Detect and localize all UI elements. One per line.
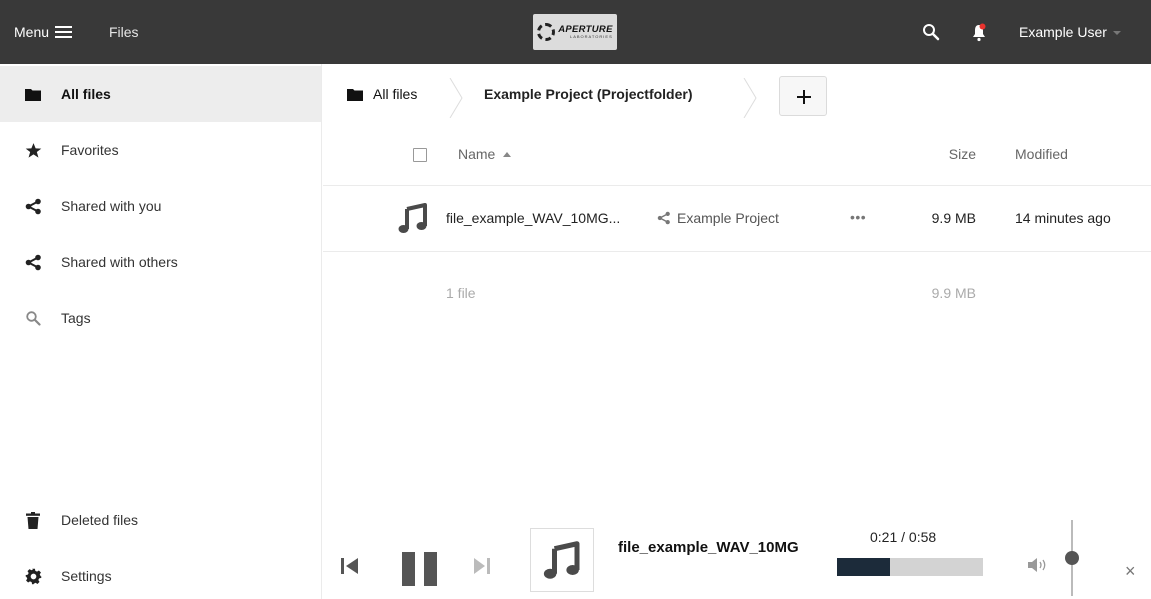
breadcrumb-root[interactable]: All files (347, 80, 417, 108)
column-header-label: Name (458, 146, 496, 162)
gear-icon (24, 567, 42, 585)
music-note-icon (398, 203, 427, 233)
table-row[interactable]: file_example_WAV_10MG... Example Project… (323, 187, 1151, 252)
search-icon[interactable] (921, 22, 941, 42)
breadcrumb-current[interactable]: Example Project (Projectfolder) (484, 80, 693, 108)
pause-icon[interactable] (402, 552, 438, 586)
volume-slider[interactable] (1065, 520, 1079, 596)
close-icon[interactable]: × (1125, 562, 1136, 580)
volume-knob[interactable] (1065, 551, 1079, 565)
file-count: 1 file (446, 285, 476, 301)
sidebar-item-label: Favorites (61, 142, 119, 158)
column-header-name[interactable]: Name (458, 146, 512, 162)
breadcrumb-separator-icon (449, 78, 463, 118)
sidebar: All files Favorites Shared with you Shar… (0, 64, 322, 599)
add-new-button[interactable] (779, 76, 827, 116)
breadcrumb-root-label: All files (373, 86, 418, 102)
previous-track-icon[interactable] (341, 557, 359, 575)
total-size: 9.9 MB (931, 285, 976, 301)
hamburger-icon (55, 26, 73, 38)
column-header-size[interactable]: Size (949, 146, 976, 162)
shared-with-label: Example Project (677, 210, 779, 226)
folder-icon (347, 88, 363, 101)
table-header: Name Size Modified (323, 124, 1151, 186)
audio-player: file_example_WAV_10MG 0:21 / 0:58 × (323, 512, 1151, 599)
sidebar-item-shared-with-you[interactable]: Shared with you (0, 178, 321, 234)
progress-fill (837, 558, 890, 576)
music-note-icon (543, 541, 580, 579)
file-modified: 14 minutes ago (1015, 210, 1111, 226)
company-logo[interactable]: APERTURE LABORATORIES (533, 14, 617, 50)
sidebar-item-shared-with-others[interactable]: Shared with others (0, 234, 321, 290)
folder-icon (24, 85, 42, 103)
progress-bar[interactable] (837, 558, 983, 576)
sidebar-item-label: Shared with others (61, 254, 178, 270)
sidebar-item-label: Deleted files (61, 512, 139, 528)
menu-button[interactable]: Menu (14, 0, 73, 64)
more-actions-icon[interactable]: ••• (850, 209, 866, 225)
share-icon (24, 253, 42, 271)
track-artwork (530, 528, 594, 592)
logo-text: APERTURE (558, 23, 613, 35)
sidebar-item-deleted-files[interactable]: Deleted files (0, 492, 321, 548)
sidebar-item-label: All files (61, 86, 111, 102)
sidebar-item-label: Tags (61, 310, 91, 326)
share-icon (657, 211, 670, 225)
select-all-checkbox[interactable] (413, 148, 427, 162)
sidebar-item-tags[interactable]: Tags (0, 290, 321, 346)
volume-icon[interactable] (1028, 558, 1050, 572)
sidebar-item-label: Shared with you (61, 198, 162, 214)
sidebar-item-label: Settings (61, 568, 112, 584)
sort-ascending-icon (503, 151, 512, 157)
star-icon (24, 141, 42, 159)
share-icon (24, 197, 42, 215)
chevron-down-icon (1112, 31, 1121, 35)
menu-label: Menu (14, 24, 50, 40)
breadcrumb-separator-icon (743, 78, 757, 118)
sidebar-item-all-files[interactable]: All files (0, 66, 321, 122)
sidebar-item-favorites[interactable]: Favorites (0, 122, 321, 178)
breadcrumb: All files Example Project (Projectfolder… (323, 64, 1151, 124)
track-title: file_example_WAV_10MG (618, 539, 799, 556)
user-name: Example User (1019, 24, 1107, 40)
file-size: 9.9 MB (931, 210, 976, 226)
user-menu[interactable]: Example User (1019, 0, 1121, 64)
search-icon (24, 309, 42, 327)
trash-icon (24, 511, 42, 529)
logo-subtext: LABORATORIES (569, 34, 613, 40)
notifications-bell-icon[interactable] (971, 22, 987, 42)
app-header: Menu Files APERTURE LABORATORIES Example… (0, 0, 1151, 64)
time-display: 0:21 / 0:58 (870, 529, 937, 545)
file-name[interactable]: file_example_WAV_10MG... (446, 210, 620, 226)
notification-dot (979, 23, 986, 30)
app-name: Files (109, 24, 139, 40)
next-track-icon[interactable] (474, 557, 490, 575)
sidebar-item-settings[interactable]: Settings (0, 548, 321, 599)
column-header-modified[interactable]: Modified (1015, 146, 1068, 162)
share-indicator[interactable]: Example Project (657, 210, 779, 226)
aperture-logo-icon (537, 23, 556, 41)
